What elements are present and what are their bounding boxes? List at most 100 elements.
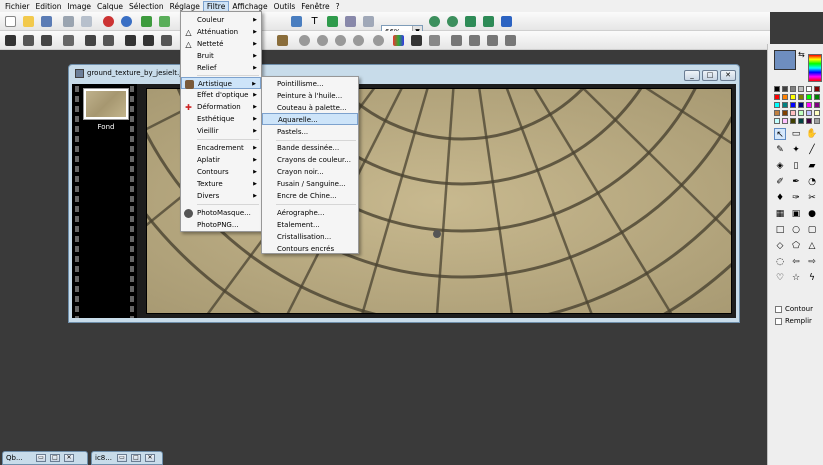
menu-item-couleur[interactable]: Couleur ▶ <box>181 14 261 26</box>
menu-item-crayon-noir[interactable]: Crayon noir... <box>262 166 358 178</box>
color-swatch[interactable] <box>790 110 796 116</box>
saturation-button[interactable] <box>102 34 115 47</box>
menu-item-crayons-couleur[interactable]: Crayons de couleur... <box>262 154 358 166</box>
screen-button[interactable] <box>362 15 375 28</box>
triangle-tool-icon[interactable]: △ <box>806 240 818 252</box>
rounded-rect-tool-icon[interactable]: ▢ <box>806 224 818 236</box>
color-swatch[interactable] <box>806 102 812 108</box>
text-tool-button[interactable]: T <box>308 15 321 28</box>
line-tool-icon[interactable]: ╱ <box>806 144 818 156</box>
color-swatch[interactable] <box>782 94 788 100</box>
color-swatch[interactable] <box>806 118 812 124</box>
color-swatch[interactable] <box>782 86 788 92</box>
pen-tool-icon[interactable]: ✒ <box>790 176 802 188</box>
color-swatch[interactable] <box>814 118 820 124</box>
menu-item-artistique[interactable]: Artistique ▶ <box>181 77 261 89</box>
color-swatch[interactable] <box>782 110 788 116</box>
color-spectrum[interactable] <box>808 54 822 82</box>
minimized-window-1[interactable]: Qb... ▭ □ ✕ <box>2 451 88 465</box>
color-swatch[interactable] <box>774 118 780 124</box>
selection-tool-icon[interactable]: ▭ <box>790 128 802 140</box>
menu-item-aerographe[interactable]: Aérographe... <box>262 207 358 219</box>
select-tool-button[interactable] <box>290 15 303 28</box>
print-preview-button[interactable] <box>80 15 93 28</box>
color-swatch[interactable] <box>798 102 804 108</box>
color-swatch[interactable] <box>790 102 796 108</box>
menu-item-photomasque[interactable]: PhotoMasque... <box>181 207 261 219</box>
lightning-tool-icon[interactable]: ϟ <box>806 272 818 284</box>
ellipse-tool-icon[interactable]: ○ <box>790 224 802 236</box>
drop-4-button[interactable] <box>352 34 365 47</box>
layer-button[interactable] <box>140 15 153 28</box>
channels-button[interactable] <box>450 34 463 47</box>
help-button[interactable] <box>500 15 513 28</box>
menu-item-effet-optique[interactable]: Effet d'optique ▶ <box>181 89 261 101</box>
brush-tool-icon[interactable]: ✐ <box>774 176 786 188</box>
menu-item-deformation[interactable]: ✚ Déformation ▶ <box>181 101 261 113</box>
minimized-window-2[interactable]: ic8... ▭ □ ✕ <box>91 451 163 465</box>
tone-button[interactable] <box>160 34 173 47</box>
diamond-tool-icon[interactable]: ◇ <box>774 240 786 252</box>
menu-item-divers[interactable]: Divers ▶ <box>181 190 261 202</box>
crop-tool-button[interactable] <box>326 15 339 28</box>
highlights-button[interactable] <box>142 34 155 47</box>
invert-button[interactable] <box>410 34 423 47</box>
brightness-button[interactable] <box>40 34 53 47</box>
menu-item-encadrement[interactable]: Encadrement ▶ <box>181 142 261 154</box>
menu-item-esthetique[interactable]: Esthétique ▶ <box>181 113 261 125</box>
menu-help[interactable]: ? <box>333 1 343 12</box>
zoom-out-button[interactable] <box>446 15 459 28</box>
menu-item-peinture-huile[interactable]: Peinture à l'huile... <box>262 90 358 102</box>
menu-item-vieillir[interactable]: Vieillir ▶ <box>181 125 261 137</box>
rectangle-tool-icon[interactable]: □ <box>774 224 786 236</box>
magic-wand-tool-icon[interactable]: ✦ <box>790 144 802 156</box>
heart-tool-icon[interactable]: ♡ <box>774 272 786 284</box>
menu-item-cristallisation[interactable]: Cristallisation... <box>262 231 358 243</box>
eraser-tool-icon[interactable]: ▰ <box>806 160 818 172</box>
close-button[interactable]: ✕ <box>720 70 736 81</box>
drop-1-button[interactable] <box>298 34 311 47</box>
maximize-icon[interactable]: □ <box>50 454 60 462</box>
drop-3-button[interactable] <box>334 34 347 47</box>
color-swatch[interactable] <box>806 110 812 116</box>
contour-checkbox[interactable] <box>775 306 782 313</box>
gamma-button[interactable] <box>84 34 97 47</box>
color-swatch[interactable] <box>790 94 796 100</box>
restore-icon[interactable]: ▭ <box>36 454 46 462</box>
drop-2-button[interactable] <box>316 34 329 47</box>
color-swatch[interactable] <box>774 102 780 108</box>
color-adjust-button[interactable] <box>276 34 289 47</box>
menu-item-etalement[interactable]: Etalement... <box>262 219 358 231</box>
maximize-icon[interactable]: □ <box>131 454 141 462</box>
levels-button[interactable] <box>4 34 17 47</box>
sharpen-tool-icon[interactable]: ✑ <box>790 192 802 204</box>
menu-fichier[interactable]: Fichier <box>2 1 33 12</box>
menu-fenetre[interactable]: Fenêtre <box>298 1 332 12</box>
color-swatch[interactable] <box>798 110 804 116</box>
menu-item-bande-dessinee[interactable]: Bande dessinée... <box>262 142 358 154</box>
color-swatch[interactable] <box>774 94 780 100</box>
menu-item-relief[interactable]: Relief ▶ <box>181 62 261 74</box>
print-button[interactable] <box>62 15 75 28</box>
color-swatch[interactable] <box>782 118 788 124</box>
color-swatch[interactable] <box>814 102 820 108</box>
undo-button[interactable] <box>102 15 115 28</box>
eyedropper-tool-icon[interactable]: ✎ <box>774 144 786 156</box>
fit-window-button[interactable] <box>464 15 477 28</box>
pentagon-tool-icon[interactable]: ⬠ <box>790 240 802 252</box>
menu-edition[interactable]: Edition <box>33 1 65 12</box>
color-swatch[interactable] <box>798 86 804 92</box>
smudge-tool-icon[interactable]: ◔ <box>806 176 818 188</box>
menu-reglage[interactable]: Réglage <box>167 1 203 12</box>
redo-button[interactable] <box>120 15 133 28</box>
color-swatch[interactable] <box>814 94 820 100</box>
menu-item-aquarelle[interactable]: Aquarelle... <box>262 113 358 125</box>
swap-colors-icon[interactable]: ⇆ <box>798 50 805 59</box>
menu-affichage[interactable]: Affichage <box>229 1 270 12</box>
menu-outils[interactable]: Outils <box>271 1 299 12</box>
clone-tool-icon[interactable]: ✂ <box>806 192 818 204</box>
menu-item-aplatir[interactable]: Aplatir ▶ <box>181 154 261 166</box>
photo-tool-icon[interactable]: ▣ <box>790 208 802 220</box>
menu-item-attenuation[interactable]: △ Atténuation ▶ <box>181 26 261 38</box>
close-icon[interactable]: ✕ <box>145 454 155 462</box>
